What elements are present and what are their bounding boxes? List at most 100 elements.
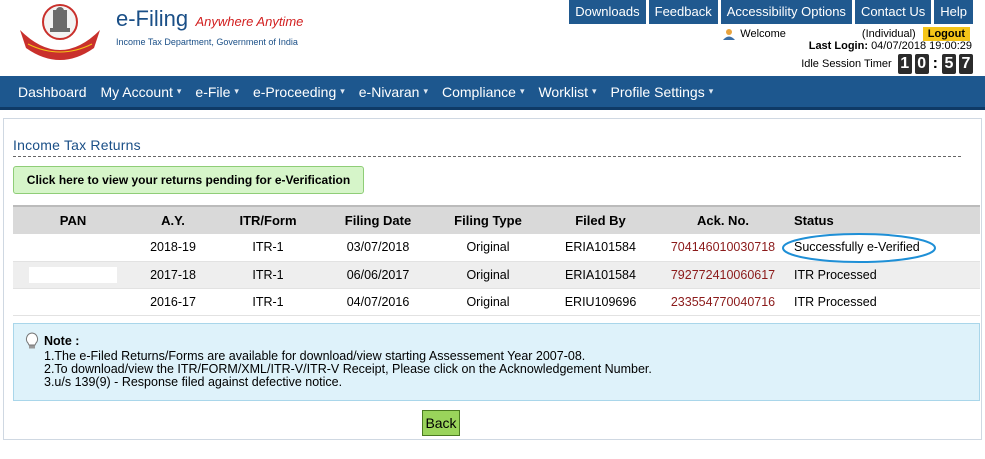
ack-no-cell: 792772410060617	[658, 261, 788, 289]
filed-by-cell: ERIA101584	[543, 234, 658, 262]
logout-button[interactable]: Logout	[922, 27, 970, 41]
nav-item-e-file[interactable]: e-File ▾	[195, 84, 239, 100]
brand-subtitle: Income Tax Department, Government of Ind…	[116, 37, 298, 47]
column-header-ack-no: Ack. No.	[658, 205, 788, 234]
nav-label: My Account	[100, 83, 173, 100]
chevron-down-icon: ▾	[234, 86, 239, 96]
idle-digit: 5	[942, 54, 956, 74]
column-header-filing-date: Filing Date	[323, 205, 433, 234]
column-header-status: Status	[788, 205, 980, 234]
pan-redacted	[29, 239, 117, 256]
top-link-accessibility[interactable]: Accessibility Options	[720, 0, 852, 24]
table-header-row: PAN A.Y. ITR/Form Filing Date Filing Typ…	[13, 205, 980, 234]
brand-tagline: Anywhere Anytime	[195, 14, 304, 29]
column-header-pan: PAN	[13, 205, 133, 234]
returns-table: PAN A.Y. ITR/Form Filing Date Filing Typ…	[13, 205, 980, 316]
note-header: Note :	[24, 332, 969, 350]
nav-item-e-proceeding[interactable]: e-Proceeding ▾	[253, 84, 345, 100]
top-link-help[interactable]: Help	[934, 0, 973, 24]
filing-date-cell: 06/06/2017	[323, 261, 433, 289]
status-cell: ITR Processed	[788, 261, 980, 289]
nav-label: Worklist	[538, 83, 588, 100]
last-login: Last Login: 04/07/2018 19:00:29	[809, 40, 972, 52]
ack-number-link[interactable]: 233554770040716	[671, 295, 775, 309]
highlight-ellipse	[782, 233, 936, 264]
chevron-down-icon: ▾	[592, 86, 597, 96]
table-row: 2018-19 ITR-1 03/07/2018 Original ERIA10…	[13, 233, 980, 264]
pan-redacted	[29, 266, 117, 283]
ack-no-cell: 233554770040716	[658, 288, 788, 316]
status-text: ITR Processed	[794, 267, 877, 282]
top-link-downloads[interactable]: Downloads	[569, 0, 646, 24]
pan-cell	[13, 234, 133, 262]
nav-item-profile-settings[interactable]: Profile Settings ▾	[611, 84, 714, 100]
status-cell: Successfully e-Verified	[782, 233, 980, 264]
table-row: 2016-17 ITR-1 04/07/2016 Original ERIU10…	[13, 288, 980, 316]
idle-colon: :	[932, 55, 938, 72]
lightbulb-icon	[25, 332, 39, 349]
nav-label: e-File	[195, 83, 231, 100]
nav-item-my-account[interactable]: My Account ▾	[101, 84, 182, 100]
ack-no-cell: 704146010030718	[658, 234, 788, 262]
nav-label: Compliance	[442, 83, 516, 100]
top-link-contact[interactable]: Contact Us	[854, 0, 932, 24]
top-links: Downloads Feedback Accessibility Options…	[569, 0, 973, 24]
filing-type-cell: Original	[433, 234, 543, 262]
nav-label: e-Nivaran	[358, 83, 420, 100]
pan-cell	[13, 288, 133, 316]
last-login-label: Last Login:	[808, 40, 868, 52]
welcome-label: Welcome	[740, 28, 786, 40]
ay-cell: 2016-17	[133, 288, 213, 316]
ack-number-link[interactable]: 792772410060617	[671, 268, 775, 282]
brand-title: e-Filing	[116, 6, 189, 31]
pan-redacted	[29, 293, 117, 310]
chevron-down-icon: ▾	[708, 86, 714, 96]
nav-item-e-nivaran[interactable]: e-Nivaran ▾	[359, 84, 428, 100]
ack-number-link[interactable]: 704146010030718	[671, 240, 775, 254]
nav-label: Dashboard	[18, 83, 87, 100]
filing-type-cell: Original	[433, 288, 543, 316]
last-login-value: 04/07/2018 19:00:29	[871, 40, 972, 52]
note-title: Note :	[44, 333, 80, 348]
ay-cell: 2018-19	[133, 234, 213, 262]
column-header-filing-type: Filing Type	[433, 205, 543, 234]
form-cell: ITR-1	[213, 234, 323, 262]
brand[interactable]: e-Filing Anywhere Anytime	[116, 6, 303, 32]
income-tax-emblem-logo	[20, 4, 100, 60]
column-header-filed-by: Filed By	[543, 205, 658, 234]
filing-type-cell: Original	[433, 261, 543, 289]
table-row: 2017-18 ITR-1 06/06/2017 Original ERIA10…	[13, 261, 980, 289]
pending-e-verification-button[interactable]: Click here to view your returns pending …	[13, 166, 364, 194]
pan-cell	[13, 261, 133, 289]
status-cell: ITR Processed	[788, 288, 980, 316]
nav-item-worklist[interactable]: Worklist ▾	[538, 84, 596, 100]
back-button[interactable]: Back	[422, 410, 460, 436]
status-verified: Successfully e-Verified	[782, 233, 936, 264]
idle-digit: 0	[914, 54, 929, 74]
filing-date-cell: 03/07/2018	[323, 234, 433, 262]
chevron-down-icon: ▾	[340, 86, 345, 96]
filed-by-cell: ERIA101584	[543, 261, 658, 289]
idle-digit: 7	[959, 54, 973, 74]
ay-cell: 2017-18	[133, 261, 213, 289]
filing-date-cell: 04/07/2016	[323, 288, 433, 316]
idle-timer-label: Idle Session Timer	[801, 58, 892, 70]
header: e-Filing Anywhere Anytime Income Tax Dep…	[0, 0, 985, 76]
nav-label: Profile Settings	[610, 83, 705, 100]
nav-item-compliance[interactable]: Compliance ▾	[442, 84, 524, 100]
user-icon	[723, 29, 736, 40]
chevron-down-icon: ▾	[519, 86, 525, 96]
main-nav: Dashboard My Account ▾ e-File ▾ e-Proceedi…	[0, 76, 985, 110]
page-title: Income Tax Returns	[13, 137, 141, 153]
chevron-down-icon: ▾	[423, 86, 428, 96]
content-panel: Income Tax Returns Click here to view yo…	[3, 118, 982, 440]
top-link-feedback[interactable]: Feedback	[648, 0, 718, 24]
nav-item-dashboard[interactable]: Dashboard	[18, 84, 87, 100]
note-line: 3.u/s 139(9) - Response filed against de…	[44, 375, 343, 389]
status-text: ITR Processed	[794, 294, 877, 309]
note-box: Note : 1.The e-Filed Returns/Forms are a…	[13, 323, 980, 401]
user-type: (Individual)	[861, 28, 916, 40]
column-header-itr-form: ITR/Form	[213, 205, 323, 234]
welcome-row: Welcome (Individual) Logout	[722, 27, 970, 41]
form-cell: ITR-1	[213, 261, 323, 289]
